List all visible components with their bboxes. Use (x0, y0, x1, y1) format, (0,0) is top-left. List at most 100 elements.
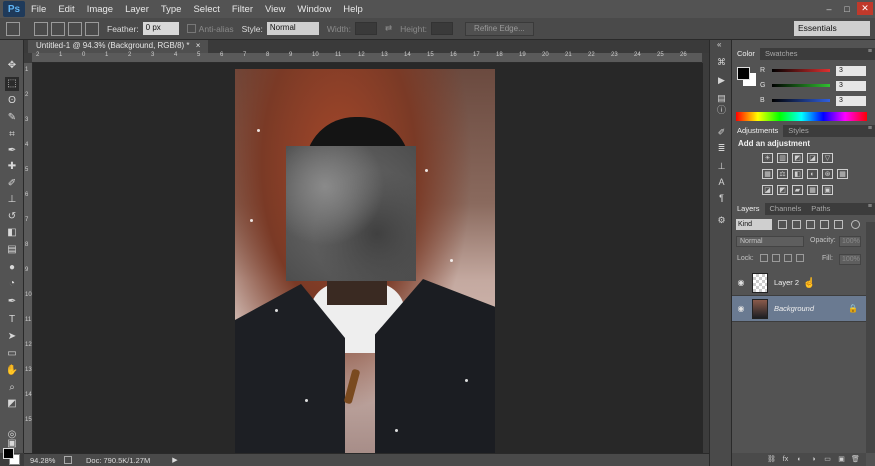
marquee-preset-icon[interactable] (6, 21, 20, 36)
cloud-fill-layer[interactable] (286, 146, 416, 281)
adjustment-icon[interactable]: ◩ (777, 185, 788, 195)
new-layer-icon[interactable]: ▣ (837, 455, 846, 464)
layer-thumbnail[interactable] (752, 298, 768, 319)
document-tab[interactable]: Untitled-1 @ 94.3% (Background, RGB/8) *… (28, 40, 209, 53)
add-mask-icon[interactable]: ◐ (795, 455, 804, 464)
history-brush-tool[interactable]: ↺ (5, 210, 19, 224)
photoshop-logo[interactable]: Ps (3, 1, 25, 17)
filter-type-icon[interactable] (806, 220, 815, 229)
adjustment-icon[interactable]: ▦ (762, 169, 773, 179)
brushes-icon[interactable]: ≣ (715, 142, 728, 155)
canvas-area[interactable] (33, 63, 703, 454)
adjustment-icon[interactable]: ⚖ (777, 169, 788, 179)
foreground-color-swatch[interactable] (3, 448, 14, 459)
adjustment-icon[interactable]: ☀ (762, 153, 773, 163)
info-icon[interactable]: ⓘ (715, 104, 728, 117)
adjustment-icon[interactable]: ⊛ (822, 169, 833, 179)
rectangle-tool[interactable]: ▭ (5, 347, 19, 361)
swap-dimensions-icon[interactable]: ⇄ (385, 23, 392, 34)
width-input[interactable] (354, 22, 377, 35)
filter-toggle-icon[interactable] (851, 220, 860, 229)
layer-row-background[interactable]: ◉ Background 🔒 (732, 296, 866, 322)
layer-lock-icon[interactable]: 🔒 (848, 304, 858, 313)
adjustment-icon[interactable]: ◧ (792, 169, 803, 179)
adjustment-icon[interactable]: ◩ (792, 153, 803, 163)
horizontal-ruler[interactable]: 2 1 0 1 2 3 4 5 6 7 8 9 10 11 12 13 14 15 16 17 18 19 20 21 22 23… (32, 52, 702, 63)
refine-edge-button[interactable]: Refine Edge... (465, 21, 534, 36)
antialias-checkbox[interactable] (186, 24, 196, 33)
fill-input[interactable]: 100% (839, 254, 861, 265)
type-tool[interactable]: T (5, 313, 19, 327)
adjustment-icon[interactable]: ▰ (792, 185, 803, 195)
clone-stamp-tool[interactable]: ⊥ (5, 193, 19, 207)
adjustment-icon[interactable]: ▣ (822, 185, 833, 195)
opacity-input[interactable]: 100% (839, 236, 861, 247)
adjustment-icon[interactable]: ▦ (807, 185, 818, 195)
eyedropper-tool[interactable]: ✒ (5, 144, 19, 158)
menu-image[interactable]: Image (81, 4, 119, 15)
status-menu-icon[interactable] (64, 456, 72, 464)
zoom-tool[interactable]: ⌕ (5, 381, 19, 395)
new-adjustment-icon[interactable]: ◑ (809, 455, 818, 464)
move-tool[interactable]: ✥ (5, 59, 19, 73)
feather-input[interactable]: 0 px (142, 22, 179, 35)
layer-row-layer-2[interactable]: ◉ Layer 2 (732, 270, 866, 296)
green-value-input[interactable]: 3 (836, 80, 866, 91)
color-panel-menu-icon[interactable]: ≡ (868, 48, 872, 55)
adjustment-icon[interactable]: ▦ (837, 169, 848, 179)
layer-name[interactable]: Layer 2 (774, 278, 799, 287)
layers-panel-menu-icon[interactable]: ≡ (868, 203, 872, 210)
status-arrow-icon[interactable]: ▶ (172, 456, 177, 464)
collapse-icon[interactable]: « (717, 40, 721, 49)
lock-transparent-icon[interactable] (760, 254, 768, 262)
menu-window[interactable]: Window (291, 4, 337, 15)
delete-layer-icon[interactable]: 🗑 (851, 455, 860, 464)
adjustment-icon[interactable]: ◪ (807, 153, 818, 163)
paragraph-icon[interactable]: ¶ (715, 192, 728, 205)
tab-styles[interactable]: Styles (783, 125, 813, 137)
style-select[interactable]: Normal (266, 22, 319, 35)
layer-name[interactable]: Background (774, 304, 814, 313)
tab-adjustments[interactable]: Adjustments (732, 125, 784, 137)
history-icon[interactable]: ⌘ (715, 56, 728, 69)
adjustment-icon[interactable]: ▽ (822, 153, 833, 163)
filter-adjustment-icon[interactable] (792, 220, 801, 229)
menu-type[interactable]: Type (155, 4, 188, 15)
add-selection-icon[interactable] (51, 21, 65, 36)
height-input[interactable] (431, 22, 454, 35)
vertical-ruler[interactable]: 1 2 3 4 5 6 7 8 9 10 11 12 13 14 15 (24, 63, 33, 453)
zoom-level[interactable]: 94.28% (30, 456, 60, 465)
menu-edit[interactable]: Edit (52, 4, 80, 15)
clone-source-icon[interactable]: ⊥ (715, 160, 728, 173)
menu-file[interactable]: File (25, 4, 52, 15)
link-layers-icon[interactable]: ⛓ (767, 455, 776, 464)
fx-icon[interactable]: fx (781, 455, 790, 464)
tab-layers[interactable]: Layers (732, 203, 765, 215)
tool-presets-icon[interactable]: ⚙ (715, 214, 728, 227)
lasso-tool[interactable]: ʘ (5, 94, 19, 108)
layer-filter-select[interactable]: Kind (736, 219, 772, 230)
quick-selection-tool[interactable]: ✎ (5, 111, 19, 125)
close-button[interactable]: ✕ (857, 2, 873, 15)
adjustments-panel-menu-icon[interactable]: ≡ (868, 125, 872, 132)
intersect-selection-icon[interactable] (85, 21, 99, 36)
tab-paths[interactable]: Paths (806, 203, 835, 215)
dodge-tool[interactable]: ◔ (5, 277, 19, 291)
menu-view[interactable]: View (259, 4, 291, 15)
path-selection-tool[interactable]: ➤ (5, 330, 19, 344)
filter-smart-object-icon[interactable] (834, 220, 843, 229)
red-slider[interactable] (772, 69, 830, 72)
hand-tool[interactable]: ✋ (5, 364, 19, 378)
lock-position-icon[interactable] (784, 254, 792, 262)
adjustment-icon[interactable]: ◪ (762, 185, 773, 195)
color-foreground-swatch[interactable] (737, 67, 750, 80)
blue-value-input[interactable]: 3 (836, 95, 866, 106)
menu-help[interactable]: Help (337, 4, 369, 15)
visibility-eye-icon[interactable]: ◉ (732, 304, 750, 313)
actions-icon[interactable]: ▶ (715, 74, 728, 87)
pen-tool[interactable]: ✒ (5, 295, 19, 309)
filter-pixel-icon[interactable] (778, 220, 787, 229)
lock-all-icon[interactable] (796, 254, 804, 262)
tab-color[interactable]: Color (732, 48, 760, 60)
character-icon[interactable]: A (715, 176, 728, 189)
